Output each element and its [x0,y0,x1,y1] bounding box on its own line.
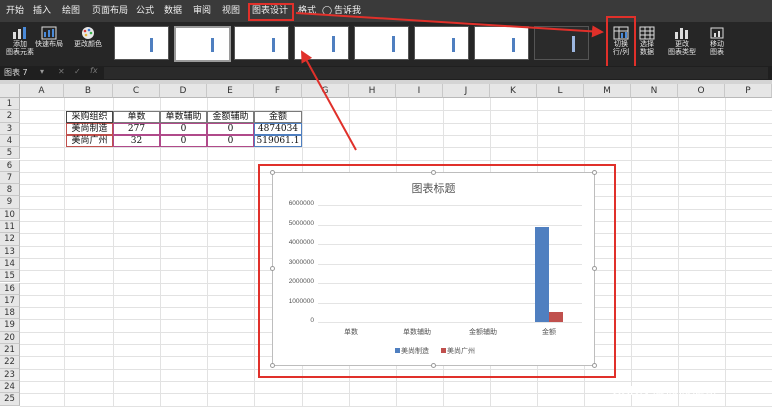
arrow-to-chart-style [301,50,357,151]
arrow-to-switch-row-column [295,12,604,38]
annotation-arrows [295,12,604,151]
watermark: CSDN @晨晨渝奇 [612,383,718,398]
